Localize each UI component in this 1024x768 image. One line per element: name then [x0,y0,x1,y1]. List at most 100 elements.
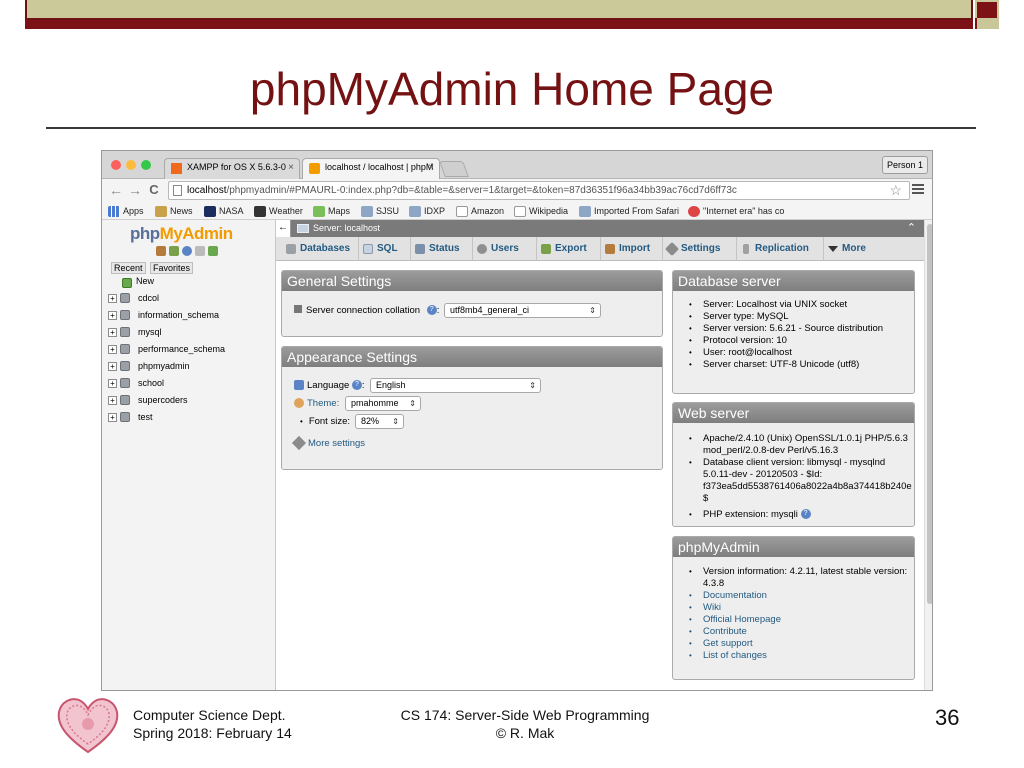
reload-nav-icon[interactable] [208,246,218,256]
wiki-link[interactable]: Wiki [689,602,907,614]
tree-database-row[interactable]: + information_schema [108,307,273,324]
menu-users[interactable]: Users [473,237,537,261]
pma-logo[interactable]: phpMyAdmin [130,224,233,244]
info-item: Server version: 5.6.21 - Source distribu… [689,323,883,335]
tab-favorites[interactable]: Favorites [150,262,194,274]
menu-export[interactable]: Export [537,237,601,261]
expand-icon: + [108,413,117,422]
select-arrow-icon: ⇕ [409,399,416,408]
tree-new[interactable]: New [108,275,273,290]
menu-more[interactable]: More [824,237,886,261]
tab-label: XAMPP for OS X 5.6.3-0 [187,162,286,172]
bookmark-wikipedia[interactable]: Wikipedia [514,205,568,218]
documentation-link[interactable]: Documentation [689,590,907,602]
maximize-window-icon[interactable] [141,160,151,170]
tree-database-row[interactable]: + test [108,409,273,426]
close-window-icon[interactable] [111,160,121,170]
settings-wrench-icon [664,241,680,257]
bookmarks-bar: Apps News NASA Weather Maps SJSU IDXP Am… [102,203,932,220]
minimize-window-icon[interactable] [126,160,136,170]
bookmark-imported[interactable]: Imported From Safari [579,205,679,218]
tab-xampp[interactable]: XAMPP for OS X 5.6.3-0 × [164,158,300,179]
browser-window: XAMPP for OS X 5.6.3-0 × localhost / loc… [101,150,933,691]
database-icon [120,361,130,371]
list-of-changes-link[interactable]: List of changes [689,650,907,662]
official-homepage-link[interactable]: Official Homepage [689,614,907,626]
collation-row: Server connection collation ?: [294,304,439,317]
bookmark-maps[interactable]: Maps [313,205,350,218]
tree-database-row[interactable]: + phpmyadmin [108,358,273,375]
home-icon[interactable] [156,246,166,256]
theme-palette-icon [294,398,304,409]
menu-status[interactable]: Status [411,237,473,261]
info-item: Server: Localhost via UNIX socket [689,299,883,311]
database-icon [120,344,130,354]
more-settings-link[interactable]: More settings [291,436,365,451]
bookmark-sjsu[interactable]: SJSU [361,205,399,218]
apps-grid-icon [108,206,120,217]
collapse-nav-button[interactable]: ← [276,220,291,237]
bookmark-weather[interactable]: Weather [254,205,303,218]
reload-button[interactable]: C [146,182,162,197]
tree-database-row[interactable]: + supercoders [108,392,273,409]
back-button[interactable]: ← [108,182,124,198]
theme-select[interactable]: pmahomme ⇕ [345,396,421,411]
bookmark-amazon[interactable]: Amazon [456,205,504,218]
bookmark-idxp[interactable]: IDXP [409,205,445,218]
help-icon[interactable] [182,246,192,256]
bookmark-internet-era[interactable]: "Internet era" has co [688,205,784,218]
bookmark-apps[interactable]: Apps [108,205,144,218]
pma-favicon-icon [309,163,320,174]
font-size-select[interactable]: 82% ⇕ [355,414,404,429]
language-select[interactable]: English ⇕ [370,378,541,393]
tree-database-row[interactable]: + cdcol [108,290,273,307]
database-icon [120,310,130,320]
new-tab-button[interactable] [439,161,469,177]
scrollbar[interactable] [924,220,932,690]
tab-close-icon[interactable]: × [428,162,434,173]
tree-database-row[interactable]: + school [108,375,273,392]
panel-title: phpMyAdmin [673,537,914,557]
forward-button[interactable]: → [127,182,143,198]
tab-localhost[interactable]: localhost / localhost | phpM × [302,158,440,179]
database-icon [120,327,130,337]
tree-database-row[interactable]: + performance_schema [108,341,273,358]
menu-replication[interactable]: Replication [737,237,824,261]
top-decor-line [25,20,973,29]
help-icon[interactable]: ? [800,509,811,520]
tree-database-row[interactable]: + mysql [108,324,273,341]
get-support-link[interactable]: Get support [689,638,907,650]
panel-title: Database server [673,271,914,291]
bookmark-nasa[interactable]: NASA [204,205,244,218]
status-icon [415,244,425,254]
collation-select[interactable]: utf8mb4_general_ci ⇕ [444,303,601,318]
docs-icon[interactable] [195,246,205,256]
menu-settings[interactable]: Settings [663,237,737,261]
bookmark-star-icon[interactable]: ☆ [889,182,902,199]
new-database-icon [122,278,132,288]
theme-row: Theme: [294,397,339,410]
help-icon[interactable]: ? [351,380,362,391]
web-server-info: Apache/2.4.10 (Unix) OpenSSL/1.0.1j PHP/… [689,433,912,521]
browser-menu-icon[interactable] [912,184,924,194]
title-divider [46,127,976,129]
tab-recent[interactable]: Recent [111,262,146,274]
menu-databases[interactable]: Databases [282,237,359,261]
menu-import[interactable]: Import [601,237,663,261]
logout-icon[interactable] [169,246,179,256]
scroll-top-icon[interactable]: ⌃ [907,220,916,237]
tab-close-icon[interactable]: × [288,162,294,173]
address-bar[interactable]: localhost/phpmyadmin/#PMAURL-0:index.php… [168,181,910,200]
scrollbar-thumb[interactable] [927,224,932,604]
help-icon[interactable]: ? [426,305,437,316]
menu-sql[interactable]: SQL [359,237,411,261]
person-button[interactable]: Person 1 [882,156,928,174]
database-tree: New + cdcol + information_schema + mysql + p… [108,275,273,426]
phpmyadmin-info-panel: phpMyAdmin Version information: 4.2.11, … [672,536,915,680]
contribute-link[interactable]: Contribute [689,626,907,638]
database-icon [120,293,130,303]
server-label[interactable]: Server: localhost [313,223,380,233]
folder-icon [361,206,373,217]
slide-title: phpMyAdmin Home Page [249,63,775,115]
bookmark-news[interactable]: News [155,205,193,218]
